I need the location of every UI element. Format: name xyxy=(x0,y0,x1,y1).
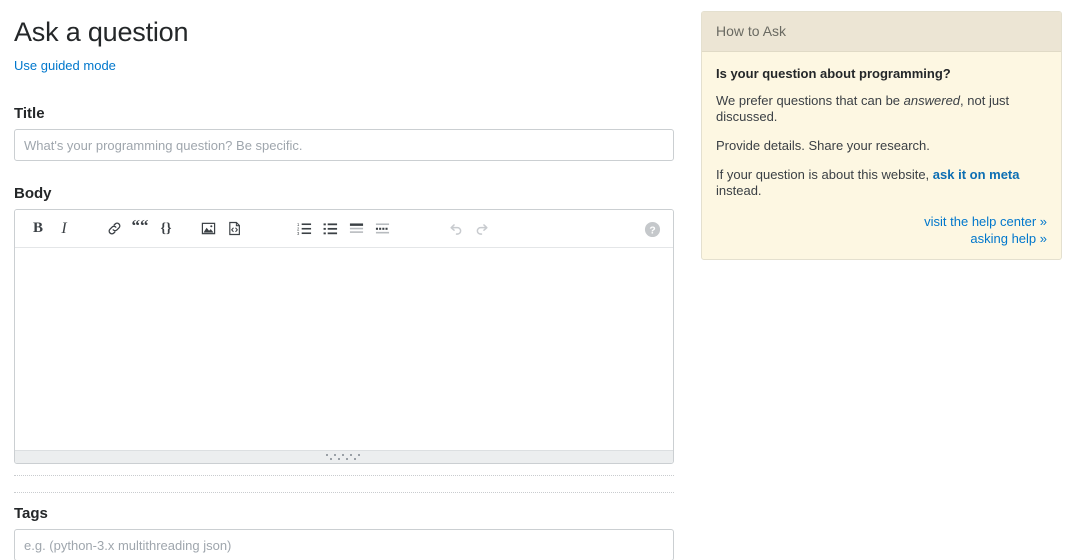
tags-input[interactable] xyxy=(14,529,674,560)
divider-bottom xyxy=(14,492,674,493)
how-to-ask-footer-links: visit the help center » asking help » xyxy=(716,214,1047,247)
p1-emphasis: answered xyxy=(904,93,960,108)
svg-text:3: 3 xyxy=(297,231,300,236)
horizontal-rule-icon[interactable] xyxy=(369,216,395,242)
title-field-label: Title xyxy=(14,105,674,122)
body-textarea[interactable] xyxy=(15,248,673,450)
ask-form-column: Ask a question Use guided mode Title Bod… xyxy=(14,0,674,560)
how-to-ask-paragraph-1: We prefer questions that can be answered… xyxy=(716,93,1047,125)
p3-before-text: If your question is about this website, xyxy=(716,167,933,182)
body-field-label: Body xyxy=(14,185,674,202)
inline-code-button[interactable]: {} xyxy=(153,216,179,242)
how-to-ask-body: Is your question about programming? We p… xyxy=(702,52,1061,259)
asking-help-link[interactable]: asking help » xyxy=(716,231,1047,247)
p1-before-text: We prefer questions that can be xyxy=(716,93,904,108)
tags-field-label: Tags xyxy=(14,505,674,522)
bulleted-list-icon[interactable] xyxy=(317,216,343,242)
italic-button[interactable]: I xyxy=(51,216,77,242)
ask-on-meta-link[interactable]: ask it on meta xyxy=(933,167,1020,182)
how-to-ask-header: How to Ask xyxy=(702,12,1061,52)
undo-icon[interactable] xyxy=(443,216,469,242)
redo-icon[interactable] xyxy=(469,216,495,242)
divider-top xyxy=(14,475,674,476)
heading-icon[interactable] xyxy=(343,216,369,242)
ask-question-page: Ask a question Use guided mode Title Bod… xyxy=(0,0,1073,560)
bold-button[interactable]: B xyxy=(25,216,51,242)
use-guided-mode-link[interactable]: Use guided mode xyxy=(14,58,116,73)
code-snippet-icon[interactable] xyxy=(221,216,247,242)
page-title: Ask a question xyxy=(14,0,674,49)
how-to-ask-heading: Is your question about programming? xyxy=(716,66,1047,82)
how-to-ask-panel: How to Ask Is your question about progra… xyxy=(701,11,1062,260)
how-to-ask-paragraph-3: If your question is about this website, … xyxy=(716,167,1047,199)
image-icon[interactable] xyxy=(195,216,221,242)
svg-text:?: ? xyxy=(649,225,655,236)
title-input[interactable] xyxy=(14,129,674,161)
editor-resize-grip[interactable] xyxy=(15,450,673,463)
body-editor: B I ““ {} xyxy=(14,209,674,464)
blockquote-button[interactable]: ““ xyxy=(127,216,153,242)
numbered-list-icon[interactable]: 1 2 3 xyxy=(291,216,317,242)
help-icon[interactable]: ? xyxy=(639,216,665,242)
p3-after-text: instead. xyxy=(716,183,762,198)
grip-dots-icon xyxy=(322,454,366,461)
help-center-link[interactable]: visit the help center » xyxy=(716,214,1047,230)
link-icon[interactable] xyxy=(101,216,127,242)
how-to-ask-paragraph-2: Provide details. Share your research. xyxy=(716,138,1047,154)
editor-toolbar: B I ““ {} xyxy=(15,210,673,248)
